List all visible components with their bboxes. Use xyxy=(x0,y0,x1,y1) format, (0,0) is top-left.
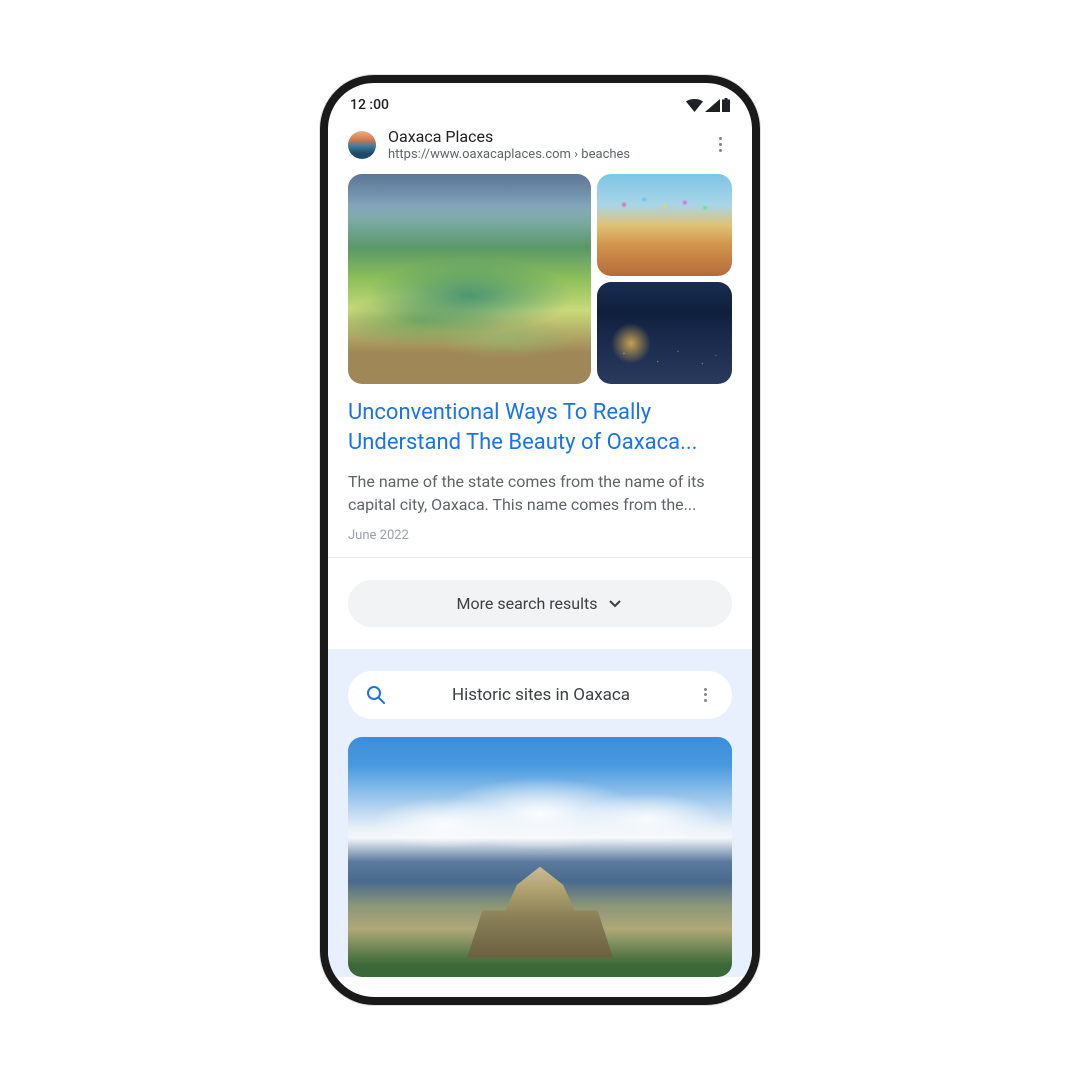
search-icon xyxy=(366,685,386,705)
site-info[interactable]: Oaxaca Places https://www.oaxacaplaces.c… xyxy=(388,127,708,162)
more-options-icon[interactable] xyxy=(708,133,732,157)
related-search-pill[interactable]: Historic sites in Oaxaca xyxy=(348,671,732,719)
related-more-options-icon[interactable] xyxy=(696,686,714,704)
site-name: Oaxaca Places xyxy=(388,127,708,146)
related-section: Historic sites in Oaxaca xyxy=(328,649,752,977)
result-title-link[interactable]: Unconventional Ways To Really Understand… xyxy=(348,398,732,457)
site-url-base: https://www.oaxacaplaces.com xyxy=(388,147,571,162)
result-image-secondary-top[interactable] xyxy=(597,174,732,276)
result-image-grid[interactable] xyxy=(348,174,732,384)
more-results-button[interactable]: More search results xyxy=(348,580,732,627)
chevron-down-icon xyxy=(607,595,623,611)
result-snippet: The name of the state comes from the nam… xyxy=(348,470,732,516)
wifi-icon xyxy=(686,99,703,112)
site-favicon xyxy=(348,131,376,159)
result-image-main[interactable] xyxy=(348,174,591,384)
divider xyxy=(328,557,752,558)
result-header: Oaxaca Places https://www.oaxacaplaces.c… xyxy=(348,119,732,174)
cellular-icon xyxy=(705,99,720,112)
site-url-path: › beaches xyxy=(571,147,630,162)
site-url: https://www.oaxacaplaces.com › beaches xyxy=(388,147,708,162)
battery-icon xyxy=(722,98,730,112)
result-image-secondary-bottom[interactable] xyxy=(597,282,732,384)
related-search-label: Historic sites in Oaxaca xyxy=(404,685,678,705)
content-area[interactable]: Oaxaca Places https://www.oaxacaplaces.c… xyxy=(328,119,752,993)
result-date: June 2022 xyxy=(348,528,732,543)
more-results-label: More search results xyxy=(457,594,598,613)
related-image[interactable] xyxy=(348,737,732,977)
status-icons xyxy=(686,98,730,112)
status-time: 12 :00 xyxy=(350,97,389,113)
phone-frame: 12 :00 Oaxaca Places https://www.oaxacap… xyxy=(320,75,760,1005)
status-bar: 12 :00 xyxy=(328,83,752,119)
